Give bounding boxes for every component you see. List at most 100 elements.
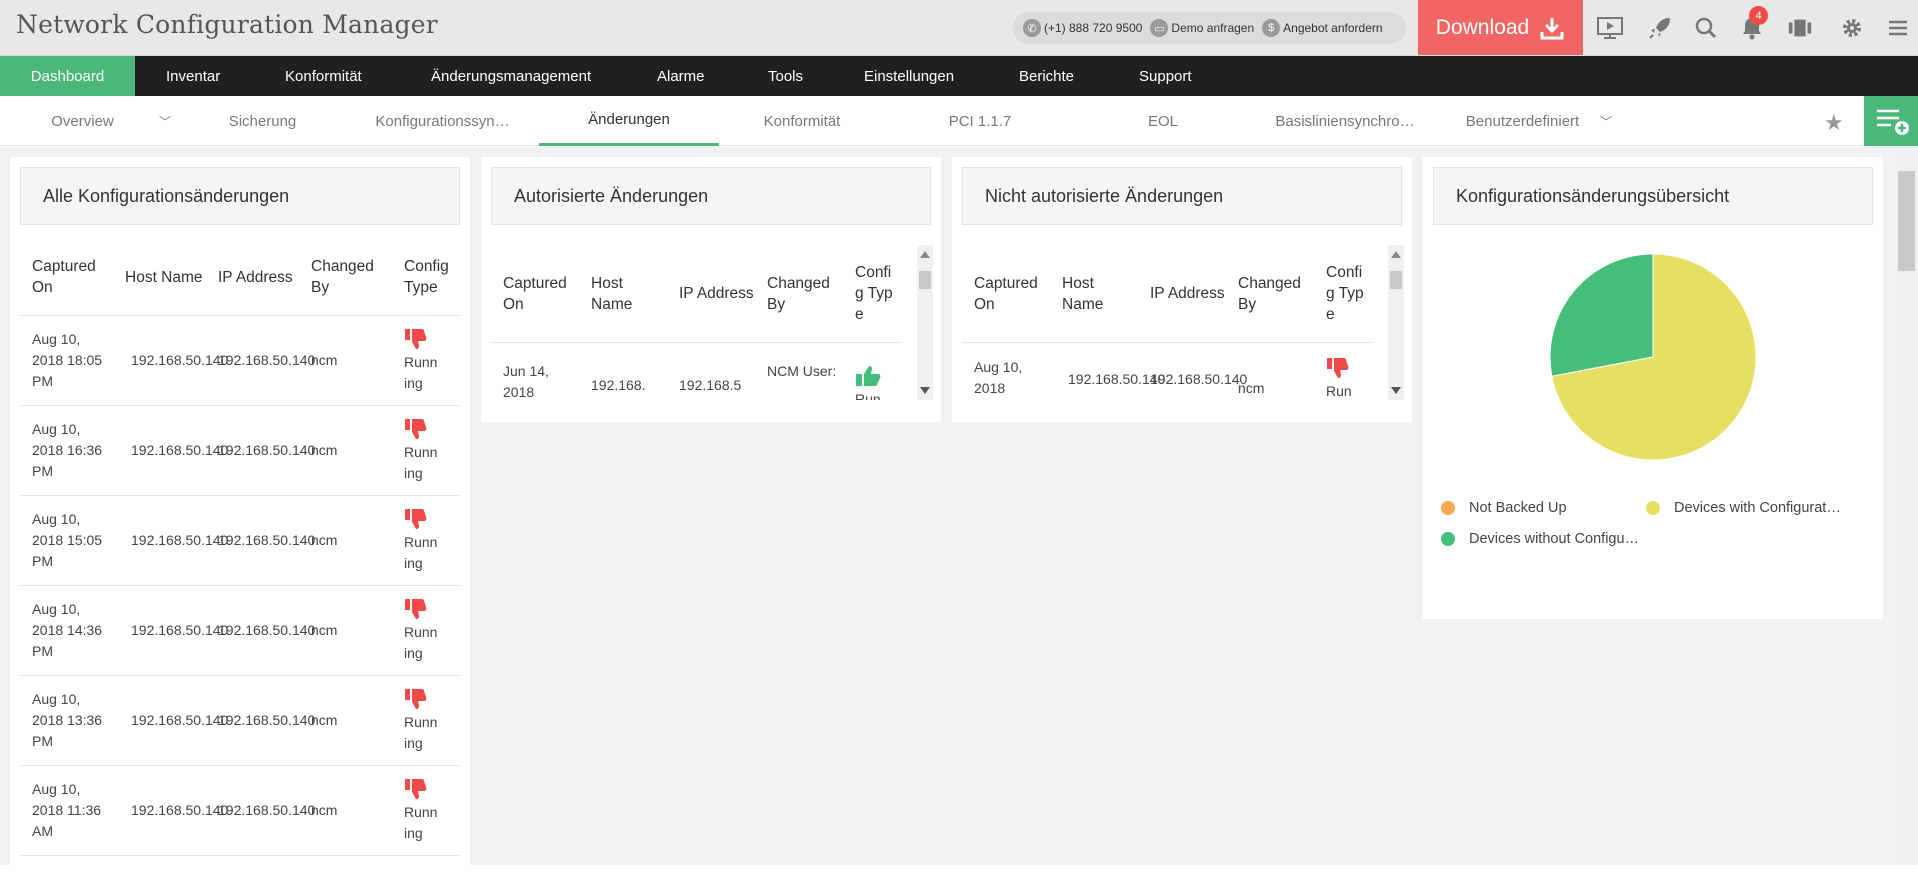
scroll-down-icon[interactable] xyxy=(1391,387,1401,394)
add-widget-icon xyxy=(1877,109,1909,135)
col-changed-by[interactable]: Changed By xyxy=(755,273,843,315)
phone-link[interactable]: ✆ (+1) 888 720 9500 xyxy=(1023,19,1142,37)
col-host-name[interactable]: Host Name xyxy=(113,267,206,288)
legend-label: Not Backed Up xyxy=(1469,500,1567,516)
cell-host-name: 192.168.50.140 xyxy=(131,352,229,368)
tab-aenderungen[interactable]: Änderungen xyxy=(539,96,719,146)
widget-all-changes: Alle Konfigurationsänderungen Captured O… xyxy=(10,157,470,875)
cell-captured-on: Aug 10, 2018 16:36 PM xyxy=(32,421,103,479)
nav-berichte[interactable]: Berichte xyxy=(1019,56,1074,96)
table-row[interactable]: Aug 10, 2018 11:36 AM 192.168.50.140 192.1… xyxy=(20,766,460,856)
rocket-icon[interactable] xyxy=(1646,14,1674,42)
sub-nav: Overview ﹀ Sicherung Konfigurationssyn… … xyxy=(0,96,1918,146)
col-ip-address[interactable]: IP Address xyxy=(1138,283,1226,304)
scroll-thumb[interactable] xyxy=(1390,271,1402,289)
nav-dashboard[interactable]: Dashboard xyxy=(0,56,135,96)
thumbs-down-icon xyxy=(405,418,427,439)
col-host-name[interactable]: Host Name xyxy=(1050,273,1138,315)
tab-eol[interactable]: EOL xyxy=(1128,96,1198,146)
nav-tools[interactable]: Tools xyxy=(768,56,803,96)
nav-konformitaet[interactable]: Konformität xyxy=(285,56,362,96)
notification-badge: 4 xyxy=(1749,6,1768,25)
nav-alarme[interactable]: Alarme xyxy=(657,56,705,96)
demo-label: Demo anfragen xyxy=(1171,21,1255,35)
widget-title: Alle Konfigurationsänderungen xyxy=(20,167,460,225)
demo-link[interactable]: ▭ Demo anfragen xyxy=(1150,19,1254,37)
add-widget-button[interactable] xyxy=(1864,96,1918,146)
nav-einstellungen[interactable]: Einstellungen xyxy=(864,56,954,96)
legend-dot-with-config xyxy=(1646,501,1660,515)
col-config-type[interactable]: Config Type xyxy=(392,256,452,298)
config-type-label: Run xyxy=(855,391,881,400)
col-captured-on[interactable]: Captured On xyxy=(491,273,579,315)
table-row[interactable]: Aug 10, 2018 16:36 PM 192.168.50.140 192.1… xyxy=(20,406,460,496)
tab-basisliniensync[interactable]: Basisliniensynchro… xyxy=(1265,96,1425,146)
config-type-label: Running xyxy=(404,713,438,751)
search-icon[interactable] xyxy=(1692,14,1720,42)
cell-changed-by: ncm xyxy=(311,532,338,548)
col-host-name[interactable]: Host Name xyxy=(579,273,667,315)
gear-icon[interactable] xyxy=(1838,14,1866,42)
legend-label: Devices with Configurat… xyxy=(1674,500,1841,516)
table-scrollbar[interactable] xyxy=(1388,245,1404,400)
nav-inventar[interactable]: Inventar xyxy=(166,56,220,96)
legend-item[interactable]: Devices with Configurat… xyxy=(1646,500,1841,516)
pie-slice-2[interactable] xyxy=(1549,253,1654,377)
download-button[interactable]: Download xyxy=(1418,0,1583,55)
quote-link[interactable]: $ Angebot anfordern xyxy=(1262,19,1383,37)
table-scrollbar[interactable] xyxy=(917,245,933,400)
col-captured-on[interactable]: Captured On xyxy=(20,256,113,298)
tab-sicherung[interactable]: Sicherung xyxy=(205,96,320,146)
cell-changed-by: ncm xyxy=(311,442,338,458)
scroll-thumb[interactable] xyxy=(919,271,931,289)
table-row[interactable]: Aug 10, 2018 15:05 PM 192.168.50.140 192.1… xyxy=(20,496,460,586)
table-row[interactable]: Aug 10, 2018 192.168.50.140 192.168.50.1… xyxy=(962,343,1372,400)
monitor-icon: ▭ xyxy=(1150,19,1169,37)
table-row[interactable]: Aug 10, 2018 18:05 PM 192.168.50.140 192.1… xyxy=(20,316,460,406)
col-captured-on[interactable]: Captured On xyxy=(962,273,1050,315)
tab-konformitaet[interactable]: Konformität xyxy=(742,96,862,146)
table-row[interactable]: Aug 10, 2018 13:36 PM 192.168.50.140 192.1… xyxy=(20,676,460,766)
tab-overview[interactable]: Overview xyxy=(30,96,135,146)
menu-icon[interactable] xyxy=(1884,14,1912,42)
favorite-star-icon[interactable]: ★ xyxy=(1824,110,1844,136)
col-config-type[interactable]: Config Type xyxy=(1314,262,1364,325)
cell-ip-address: 192.168.50.140 xyxy=(218,352,316,368)
col-changed-by[interactable]: Changed By xyxy=(1226,273,1314,315)
table-header: Captured On Host Name IP Address Changed… xyxy=(20,239,460,316)
cell-config-type: Running xyxy=(392,688,452,754)
chevron-down-icon[interactable]: ﹀ xyxy=(155,96,175,146)
nav-aenderungsmanagement[interactable]: Änderungsmanagement xyxy=(431,56,591,96)
tab-pci[interactable]: PCI 1.1.7 xyxy=(930,96,1030,146)
thumbs-down-icon xyxy=(405,328,427,349)
nav-support[interactable]: Support xyxy=(1139,56,1192,96)
legend-item[interactable]: Devices without Configu… xyxy=(1441,531,1639,547)
cell-captured-on: Aug 10, 2018 13:36 PM xyxy=(32,691,103,749)
top-bar: Network Configuration Manager ✆ (+1) 888 … xyxy=(0,0,1918,56)
cell-changed-by: ncm xyxy=(311,352,338,368)
scroll-thumb[interactable] xyxy=(1898,171,1915,271)
scroll-up-icon[interactable] xyxy=(1391,251,1401,258)
page-scrollbar[interactable] xyxy=(1895,147,1918,865)
col-ip-address[interactable]: IP Address xyxy=(206,267,299,288)
table-row[interactable]: Aug 10, 2018 14:36 PM 192.168.50.140 192.1… xyxy=(20,586,460,676)
cell-config-type: Run xyxy=(1314,357,1364,400)
app-title: Network Configuration Manager xyxy=(16,10,438,39)
col-config-type[interactable]: Config Type xyxy=(843,262,893,325)
cell-host-name: 192.168. xyxy=(591,377,646,393)
tab-benutzerdefiniert[interactable]: Benutzerdefiniert xyxy=(1455,96,1590,146)
legend-item[interactable]: Not Backed Up xyxy=(1441,500,1567,516)
chevron-down-icon[interactable]: ﹀ xyxy=(1596,96,1616,146)
col-ip-address[interactable]: IP Address xyxy=(667,283,755,304)
widget-unauthorized-changes: Nicht autorisierte Änderungen Captured O… xyxy=(952,157,1412,422)
cell-config-type: Running xyxy=(392,418,452,484)
col-changed-by[interactable]: Changed By xyxy=(299,256,392,298)
presentation-icon[interactable] xyxy=(1596,14,1624,42)
scroll-down-icon[interactable] xyxy=(920,387,930,394)
film-icon[interactable] xyxy=(1786,14,1814,42)
widget-title: Nicht autorisierte Änderungen xyxy=(962,167,1402,225)
table-row[interactable]: Jun 14, 2018 192.168. 192.168.5 NCM User… xyxy=(491,343,901,400)
cell-ip-address: 192.168.50.140 xyxy=(218,622,316,638)
tab-konfigurationssync[interactable]: Konfigurationssyn… xyxy=(365,96,520,146)
scroll-up-icon[interactable] xyxy=(920,251,930,258)
